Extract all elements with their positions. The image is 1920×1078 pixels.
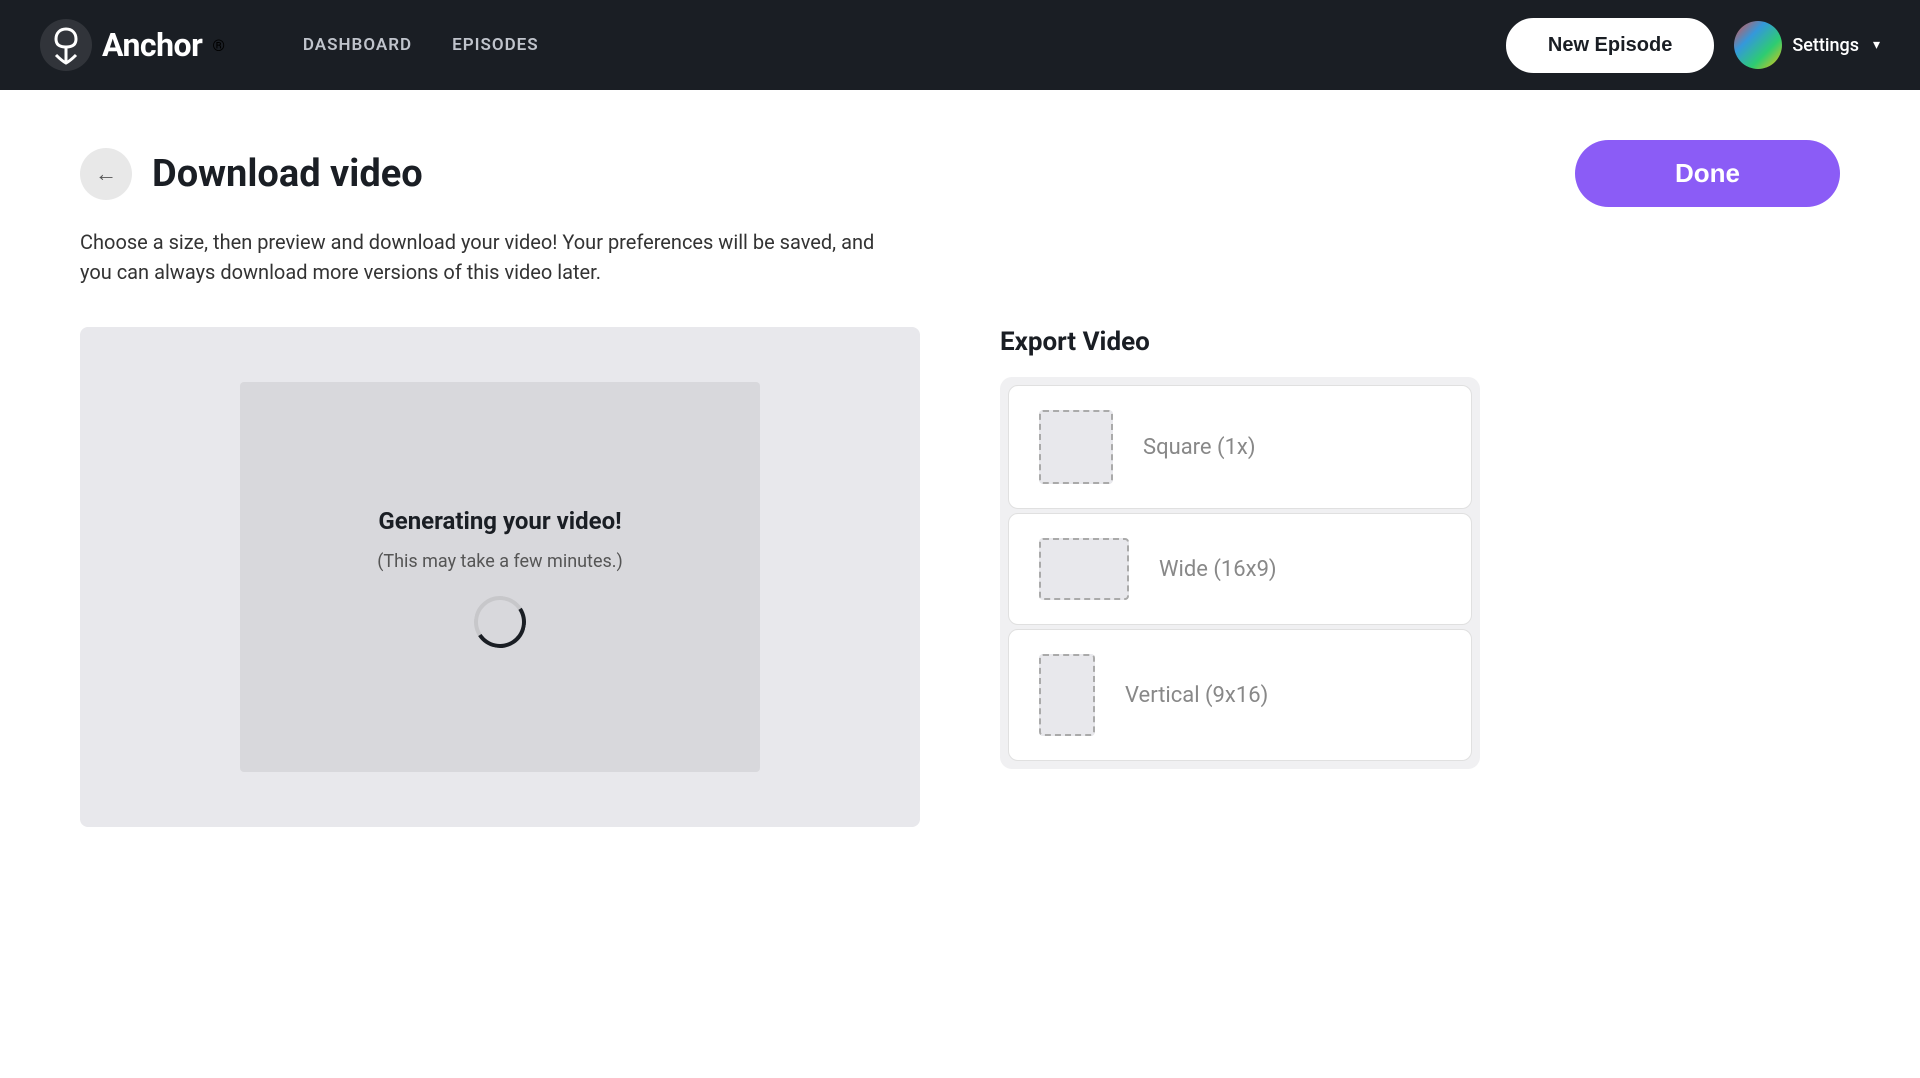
page-title: Download video — [152, 152, 423, 196]
export-panel: Export Video Square (1x) Wide (16x9) — [1000, 327, 1480, 827]
wide-icon — [1039, 538, 1129, 600]
navbar: Anchor ® DASHBOARD EPISODES New Episode S… — [0, 0, 1920, 90]
export-options: Square (1x) Wide (16x9) Vertical (9x16) — [1000, 377, 1480, 769]
nav-episodes[interactable]: EPISODES — [452, 35, 539, 55]
avatar — [1734, 21, 1782, 69]
new-episode-button[interactable]: New Episode — [1506, 18, 1714, 73]
loading-spinner — [464, 586, 535, 657]
export-option-square[interactable]: Square (1x) — [1008, 385, 1472, 509]
content-grid: Generating your video! (This may take a … — [80, 327, 1840, 827]
generating-sub: (This may take a few minutes.) — [377, 551, 623, 572]
back-button[interactable]: ← — [80, 148, 132, 200]
anchor-logo-icon — [40, 19, 92, 71]
generating-text: Generating your video! — [378, 507, 621, 535]
logo-text: Anchor — [102, 26, 202, 64]
settings-area[interactable]: Settings ▾ — [1734, 21, 1880, 69]
logo[interactable]: Anchor ® — [40, 19, 225, 71]
back-arrow-icon: ← — [95, 161, 117, 187]
vertical-icon — [1039, 654, 1095, 736]
export-option-vertical[interactable]: Vertical (9x16) — [1008, 629, 1472, 761]
nav-right: New Episode Settings ▾ — [1506, 18, 1880, 73]
nav-dashboard[interactable]: DASHBOARD — [303, 35, 412, 55]
export-option-wide[interactable]: Wide (16x9) — [1008, 513, 1472, 625]
video-preview: Generating your video! (This may take a … — [80, 327, 920, 827]
page-description: Choose a size, then preview and download… — [80, 227, 880, 287]
square-icon — [1039, 410, 1113, 484]
export-title: Export Video — [1000, 327, 1480, 357]
vertical-label: Vertical (9x16) — [1125, 683, 1268, 708]
wide-label: Wide (16x9) — [1159, 557, 1277, 582]
main-content: ← Download video Done Choose a size, the… — [0, 90, 1920, 1078]
video-inner: Generating your video! (This may take a … — [240, 382, 760, 772]
settings-label: Settings — [1792, 35, 1859, 56]
done-button[interactable]: Done — [1575, 140, 1840, 207]
page-header-left: ← Download video — [80, 148, 423, 200]
square-label: Square (1x) — [1143, 435, 1256, 460]
logo-reg: ® — [212, 36, 225, 55]
page-header: ← Download video Done — [80, 140, 1840, 207]
chevron-down-icon: ▾ — [1873, 37, 1880, 53]
nav-links: DASHBOARD EPISODES — [303, 35, 1458, 55]
